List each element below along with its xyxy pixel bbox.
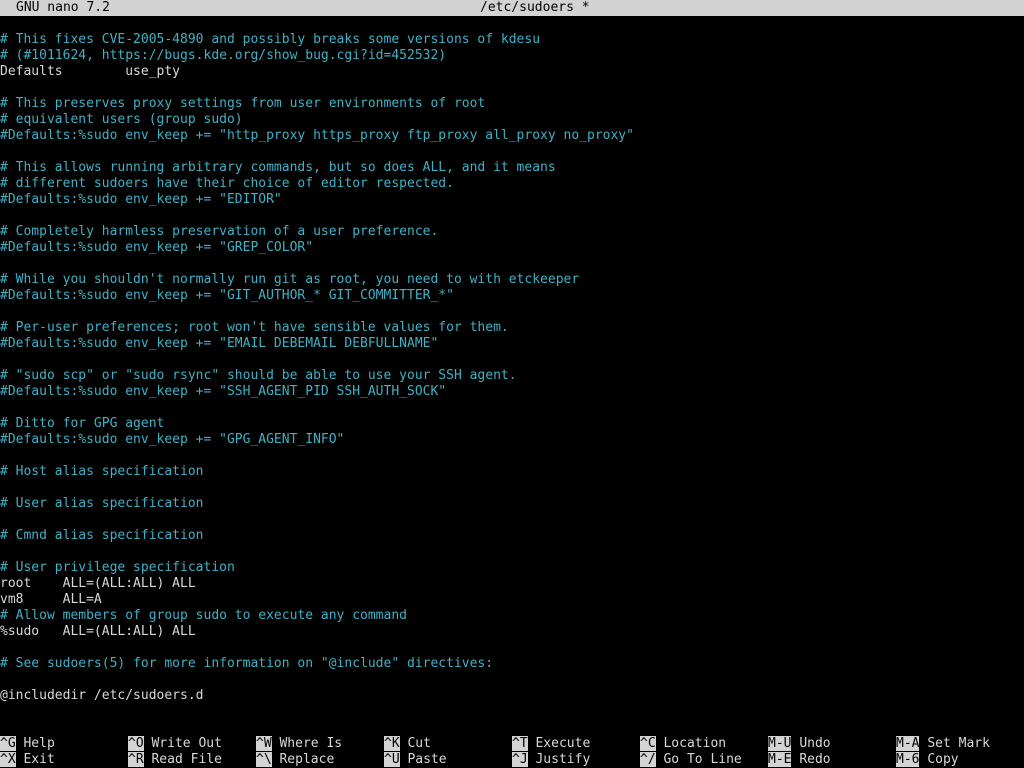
editor-line[interactable]: %sudo ALL=(ALL:ALL) ALL (0, 624, 1024, 640)
editor-line[interactable]: # This fixes CVE-2005-4890 and possibly … (0, 32, 1024, 48)
shortcut-key: ^X (0, 752, 16, 767)
shortcut-label: Execute (535, 736, 591, 751)
editor-line[interactable] (0, 144, 1024, 160)
editor-line[interactable]: #Defaults:%sudo env_keep += "SSH_AGENT_P… (0, 384, 1024, 400)
editor-line[interactable] (0, 208, 1024, 224)
shortcut-label: Write Out (151, 736, 222, 751)
editor-line[interactable]: root ALL=(ALL:ALL) ALL (0, 576, 1024, 592)
editor-line[interactable] (0, 400, 1024, 416)
shortcut-key: ^R (128, 752, 144, 767)
shortcut-label: Paste (407, 752, 447, 767)
shortcut-exit[interactable]: ^X Exit (0, 752, 55, 768)
app-title: GNU nano 7.2 (16, 0, 110, 15)
editor-line[interactable] (0, 448, 1024, 464)
editor-line[interactable] (0, 640, 1024, 656)
editor-line[interactable]: # This preserves proxy settings from use… (0, 96, 1024, 112)
shortcut-help[interactable]: ^G Help (0, 736, 55, 752)
shortcut-go-to-line[interactable]: ^/ Go To Line (640, 752, 742, 768)
shortcut-label: Where Is (279, 736, 343, 751)
shortcut-bar: ^G Help ^O Write Out ^W Where Is ^K Cut ^T E… (0, 736, 1024, 768)
shortcut-key: M-E (768, 752, 792, 767)
editor-line[interactable]: # "sudo scp" or "sudo rsync" should be a… (0, 368, 1024, 384)
editor-line[interactable]: # Allow members of group sudo to execute… (0, 608, 1024, 624)
shortcut-key: ^G (0, 736, 16, 751)
shortcut-set-mark[interactable]: M-A Set Mark (896, 736, 990, 752)
shortcut-where-is[interactable]: ^W Where Is (256, 736, 342, 752)
shortcut-label: Cut (407, 736, 431, 751)
shortcut-label: Undo (799, 736, 831, 751)
editor-line[interactable] (0, 480, 1024, 496)
shortcut-copy[interactable]: M-6 Copy (896, 752, 959, 768)
editor-line[interactable]: # While you shouldn't normally run git a… (0, 272, 1024, 288)
editor-line[interactable]: @includedir /etc/sudoers.d (0, 688, 1024, 704)
shortcut-key: M-A (896, 736, 920, 751)
editor-line[interactable]: # See sudoers(5) for more information on… (0, 656, 1024, 672)
shortcut-location[interactable]: ^C Location (640, 736, 726, 752)
shortcut-label: Replace (279, 752, 335, 767)
shortcut-key: ^K (384, 736, 400, 751)
editor-line[interactable]: # Cmnd alias specification (0, 528, 1024, 544)
shortcut-key: ^J (512, 752, 528, 767)
shortcut-key: ^O (128, 736, 144, 751)
shortcut-paste[interactable]: ^U Paste (384, 752, 447, 768)
shortcut-label: Location (663, 736, 727, 751)
editor-line[interactable]: #Defaults:%sudo env_keep += "EDITOR" (0, 192, 1024, 208)
editor-line[interactable]: # (#1011624, https://bugs.kde.org/show_b… (0, 48, 1024, 64)
editor-line[interactable]: # equivalent users (group sudo) (0, 112, 1024, 128)
editor-line[interactable]: # Ditto for GPG agent (0, 416, 1024, 432)
editor-line[interactable]: # Per-user preferences; root won't have … (0, 320, 1024, 336)
editor-line[interactable] (0, 512, 1024, 528)
shortcut-key: ^W (256, 736, 272, 751)
editor-line[interactable] (0, 672, 1024, 688)
editor-line[interactable]: Defaults use_pty (0, 64, 1024, 80)
editor-line[interactable]: #Defaults:%sudo env_keep += "GREP_COLOR" (0, 240, 1024, 256)
shortcut-key: ^\ (256, 752, 272, 767)
editor-line[interactable]: # User alias specification (0, 496, 1024, 512)
editor-line[interactable] (0, 544, 1024, 560)
editor-line[interactable]: # Host alias specification (0, 464, 1024, 480)
shortcut-label: Justify (535, 752, 591, 767)
editor-line[interactable]: #Defaults:%sudo env_keep += "GIT_AUTHOR_… (0, 288, 1024, 304)
shortcut-replace[interactable]: ^\ Replace (256, 752, 334, 768)
editor-line[interactable]: #Defaults:%sudo env_keep += "EMAIL DEBEM… (0, 336, 1024, 352)
shortcut-key: M-6 (896, 752, 920, 767)
shortcut-label: Redo (799, 752, 831, 767)
shortcut-key: ^T (512, 736, 528, 751)
editor-line[interactable] (0, 80, 1024, 96)
editor-line[interactable]: # This allows running arbitrary commands… (0, 160, 1024, 176)
editor-line[interactable]: # Completely harmless preservation of a … (0, 224, 1024, 240)
shortcut-write-out[interactable]: ^O Write Out (128, 736, 222, 752)
file-name: /etc/sudoers * (480, 0, 590, 15)
editor-line[interactable]: #Defaults:%sudo env_keep += "http_proxy … (0, 128, 1024, 144)
editor-line[interactable] (0, 304, 1024, 320)
shortcut-undo[interactable]: M-U Undo (768, 736, 831, 752)
shortcut-label: Copy (927, 752, 959, 767)
shortcut-key: ^U (384, 752, 400, 767)
shortcut-key: M-U (768, 736, 792, 751)
shortcut-redo[interactable]: M-E Redo (768, 752, 831, 768)
shortcut-key: ^C (640, 736, 656, 751)
editor-line[interactable] (0, 256, 1024, 272)
shortcut-justify[interactable]: ^J Justify (512, 752, 590, 768)
shortcut-label: Read File (151, 752, 222, 767)
editor-line[interactable]: # different sudoers have their choice of… (0, 176, 1024, 192)
shortcut-label: Go To Line (663, 752, 742, 767)
shortcut-cut[interactable]: ^K Cut (384, 736, 431, 752)
editor-line[interactable] (0, 352, 1024, 368)
shortcut-execute[interactable]: ^T Execute (512, 736, 590, 752)
shortcut-label: Set Mark (927, 736, 990, 751)
shortcut-key: ^/ (640, 752, 656, 767)
editor-buffer[interactable]: # This fixes CVE-2005-4890 and possibly … (0, 32, 1024, 712)
shortcut-label: Help (23, 736, 55, 751)
shortcut-read-file[interactable]: ^R Read File (128, 752, 222, 768)
editor-line[interactable]: vm8 ALL=A (0, 592, 1024, 608)
editor-line[interactable]: #Defaults:%sudo env_keep += "GPG_AGENT_I… (0, 432, 1024, 448)
title-bar: GNU nano 7.2 /etc/sudoers * (0, 0, 1024, 16)
editor-line[interactable]: # User privilege specification (0, 560, 1024, 576)
shortcut-label: Exit (23, 752, 55, 767)
